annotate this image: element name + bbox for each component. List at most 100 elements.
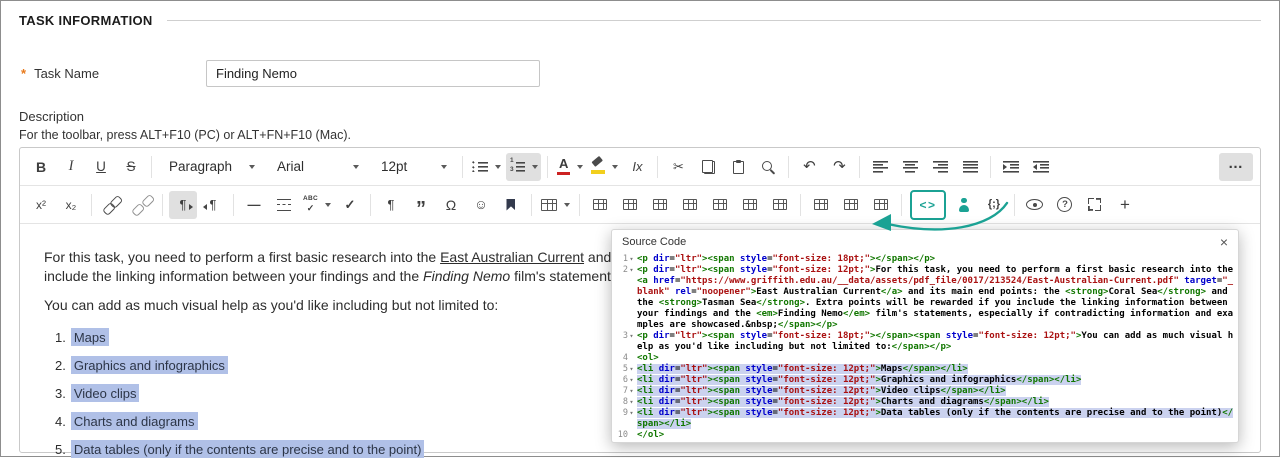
outdent-button[interactable] — [1027, 153, 1055, 181]
insert-row-below-button[interactable] — [736, 191, 764, 219]
annotation-arrow — [872, 201, 1009, 231]
bullet-list-icon — [472, 161, 488, 172]
fold-arrow-icon: ▾ — [629, 255, 634, 263]
source-code-text: <li dir="ltr"><span style="font-size: 12… — [637, 364, 968, 374]
page-break-button[interactable] — [270, 191, 298, 219]
spellcheck-button[interactable]: ✓ — [300, 191, 334, 219]
show-invisibles-button[interactable]: ¶ — [377, 191, 405, 219]
rtl-direction-button[interactable]: ¶ — [199, 191, 227, 219]
bold-button[interactable]: B — [27, 153, 55, 181]
toolbar-separator — [233, 193, 234, 216]
fold-arrow-icon: ▾ — [629, 266, 634, 274]
search-icon — [761, 160, 775, 174]
chevron-down-icon — [353, 164, 359, 169]
horizontal-rule-button[interactable]: — — [240, 191, 268, 219]
clear-formatting-button[interactable]: Ix — [623, 153, 651, 181]
fold-arrow-icon: ▾ — [629, 387, 634, 395]
source-code-text: <li dir="ltr"><span style="font-size: 12… — [637, 375, 1082, 385]
font-family-select[interactable]: Arial — [266, 153, 368, 181]
checkmark-button[interactable]: ✓ — [336, 191, 364, 219]
redo-button[interactable]: ↷ — [825, 153, 853, 181]
preview-button[interactable] — [1021, 191, 1049, 219]
paragraph-format-select[interactable]: Paragraph — [158, 153, 264, 181]
special-character-button[interactable]: Ω — [437, 191, 465, 219]
fold-arrow-icon: ▾ — [629, 409, 634, 417]
ltr-direction-button[interactable]: ¶ — [169, 190, 197, 219]
toolbar-separator — [799, 193, 801, 216]
task-name-input[interactable] — [206, 60, 540, 87]
close-icon[interactable]: × — [1220, 235, 1228, 249]
list-item-number: 3. — [55, 385, 66, 401]
strikethrough-button[interactable]: S — [117, 153, 145, 181]
italic-icon: I — [68, 158, 74, 175]
source-code-dialog-title: Source Code — [622, 236, 687, 248]
merge-cells-button[interactable] — [646, 191, 674, 219]
task-name-label-text: Task Name — [34, 66, 100, 81]
numbered-list-button[interactable] — [506, 152, 541, 181]
remove-link-button[interactable] — [128, 191, 156, 219]
more-toolbar-button[interactable]: … — [1219, 152, 1253, 181]
copy-button[interactable] — [694, 153, 722, 181]
line-number-gutter: 5 ▾ — [612, 364, 635, 375]
delete-row-button[interactable] — [766, 191, 794, 219]
toolbar-separator — [162, 193, 163, 216]
undo-button[interactable]: ↶ — [795, 153, 823, 181]
align-center-button[interactable] — [896, 153, 924, 181]
help-icon: ? — [1057, 197, 1073, 212]
highlight-color-button[interactable] — [588, 153, 621, 181]
italic-button[interactable]: I — [57, 153, 85, 181]
paste-button[interactable] — [724, 153, 752, 181]
bullet-list-button[interactable] — [469, 153, 504, 181]
grid-icon — [652, 199, 667, 210]
toolbar-separator — [788, 155, 790, 178]
source-code-line: 3 ▾ <p dir="ltr"><span style="font-size: 1… — [612, 331, 1234, 353]
required-asterisk: * — [21, 66, 27, 81]
unlink-icon — [134, 197, 150, 213]
list-item-number: 4. — [55, 413, 66, 429]
grid-icon — [843, 199, 858, 210]
split-cell-button[interactable] — [676, 191, 704, 219]
indent-button[interactable] — [997, 153, 1025, 181]
align-justify-button[interactable] — [956, 153, 984, 181]
insert-link-button[interactable] — [98, 191, 126, 219]
help-button[interactable]: ? — [1051, 191, 1079, 219]
align-left-button[interactable] — [866, 153, 894, 181]
bold-icon: B — [35, 158, 47, 175]
underline-button[interactable]: U — [87, 153, 115, 181]
delete-table-button[interactable] — [586, 191, 614, 219]
insert-row-above-button[interactable] — [706, 191, 734, 219]
source-code-editor[interactable]: 1 ▾ <p dir="ltr"><span style="font-size: 1… — [612, 251, 1238, 442]
superscript-button[interactable]: x² — [27, 191, 55, 219]
add-content-button[interactable]: + — [1111, 191, 1139, 219]
grid-icon — [682, 199, 697, 210]
insert-column-right-button[interactable] — [837, 191, 865, 219]
line-number-gutter: 7 ▾ — [612, 386, 635, 397]
font-size-select[interactable]: 12pt — [370, 153, 456, 181]
section-header: TASK INFORMATION — [19, 13, 1261, 28]
anchor-button[interactable] — [497, 191, 525, 219]
text-segment: and — [584, 249, 612, 265]
emoticon-button[interactable]: ☺ — [467, 191, 495, 219]
source-code-dialog: Source Code × 1 ▾ <p dir="ltr"><span style… — [611, 229, 1239, 443]
fold-arrow-icon: ▾ — [629, 376, 634, 384]
blockquote-button[interactable]: ” — [407, 191, 435, 219]
subscript-button[interactable]: x₂ — [57, 191, 85, 219]
align-right-button[interactable] — [926, 153, 954, 181]
insert-table-button[interactable] — [538, 191, 573, 219]
rtl-icon: ¶ — [202, 197, 221, 212]
task-name-label: * Task Name — [19, 66, 206, 81]
chevron-down-icon — [324, 202, 331, 207]
cut-icon: ✂ — [672, 159, 684, 174]
emoticon-icon: ☺ — [474, 196, 488, 212]
toolbar-hint: For the toolbar, press ALT+F10 (PC) or A… — [19, 128, 351, 142]
toolbar-separator — [151, 155, 152, 178]
cell-properties-button[interactable] — [616, 191, 644, 219]
ltr-icon: ¶ — [176, 197, 194, 212]
text-color-button[interactable]: A — [554, 153, 586, 181]
fullscreen-button[interactable] — [1081, 191, 1109, 219]
insert-column-left-button[interactable] — [807, 191, 835, 219]
list-item-text: Data tables (only if the contents are pr… — [70, 440, 425, 458]
highlight-icon — [591, 160, 606, 174]
search-button[interactable] — [754, 153, 782, 181]
cut-button[interactable]: ✂ — [664, 153, 692, 181]
